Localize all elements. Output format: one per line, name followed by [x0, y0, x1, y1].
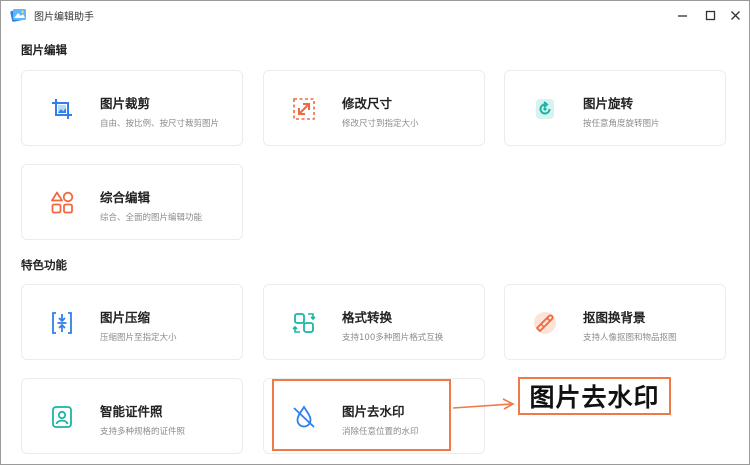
card-description: 支持人像抠图和物品抠图 — [583, 333, 677, 343]
rotate-icon — [529, 93, 561, 125]
resize-icon — [288, 93, 320, 125]
close-button[interactable] — [725, 5, 745, 25]
card-id-photo[interactable]: 智能证件照 支持多种规格的证件照 — [21, 378, 243, 454]
card-comprehensive-edit[interactable]: 综合编辑 综合、全面的图片编辑功能 — [21, 164, 243, 240]
cutout-icon — [529, 307, 561, 339]
annotation-arrow-icon — [452, 398, 515, 410]
card-rotate[interactable]: 图片旋转 按任意角度旋转图片 — [504, 70, 726, 146]
card-title: 图片裁剪 — [100, 96, 151, 111]
card-description: 消除任意位置的水印 — [342, 427, 419, 437]
card-title: 抠图换背景 — [583, 310, 646, 325]
card-format-convert[interactable]: 格式转换 支持100多种图片格式互换 — [263, 284, 485, 360]
card-image-crop[interactable]: 图片裁剪 自由、按比例、按尺寸裁剪图片 — [21, 70, 243, 146]
title-bar[interactable]: 图片编辑助手 — [1, 1, 749, 29]
section-title-image-edit: 图片编辑 — [21, 43, 67, 57]
app-window: 图片编辑助手 图片编辑 图片裁剪 自由、按比例、按尺寸裁剪图片 修改尺寸 修改尺… — [0, 0, 750, 465]
card-description: 压缩图片至指定大小 — [100, 333, 177, 343]
minimize-icon — [677, 14, 687, 17]
id-photo-icon — [46, 401, 78, 433]
card-title: 综合编辑 — [100, 190, 151, 205]
minimize-button[interactable] — [672, 5, 692, 25]
card-description: 自由、按比例、按尺寸裁剪图片 — [100, 119, 220, 129]
watermark-remove-icon — [288, 401, 320, 433]
card-description: 修改尺寸到指定大小 — [342, 119, 419, 129]
close-icon — [730, 10, 740, 20]
annotation-callout: 图片去水印 — [518, 377, 671, 415]
card-description: 支持100多种图片格式互换 — [342, 333, 444, 343]
card-title: 图片去水印 — [342, 404, 405, 419]
maximize-button[interactable] — [700, 5, 720, 25]
convert-icon — [288, 307, 320, 339]
card-description: 支持多种规格的证件照 — [100, 427, 186, 437]
card-description: 按任意角度旋转图片 — [583, 119, 660, 129]
card-resize[interactable]: 修改尺寸 修改尺寸到指定大小 — [263, 70, 485, 146]
grid-shapes-icon — [46, 187, 78, 219]
card-title: 格式转换 — [342, 310, 393, 325]
section-title-featured: 特色功能 — [21, 258, 67, 272]
crop-icon — [46, 93, 78, 125]
card-compress[interactable]: 图片压缩 压缩图片至指定大小 — [21, 284, 243, 360]
card-title: 图片压缩 — [100, 310, 151, 325]
card-title: 修改尺寸 — [342, 96, 393, 111]
card-cutout-background[interactable]: 抠图换背景 支持人像抠图和物品抠图 — [504, 284, 726, 360]
maximize-icon — [705, 10, 715, 20]
window-title: 图片编辑助手 — [34, 12, 94, 23]
app-logo-icon — [10, 6, 27, 23]
compress-icon — [46, 307, 78, 339]
card-description: 综合、全面的图片编辑功能 — [100, 213, 203, 223]
card-title: 智能证件照 — [100, 404, 163, 419]
card-title: 图片旋转 — [583, 96, 634, 111]
